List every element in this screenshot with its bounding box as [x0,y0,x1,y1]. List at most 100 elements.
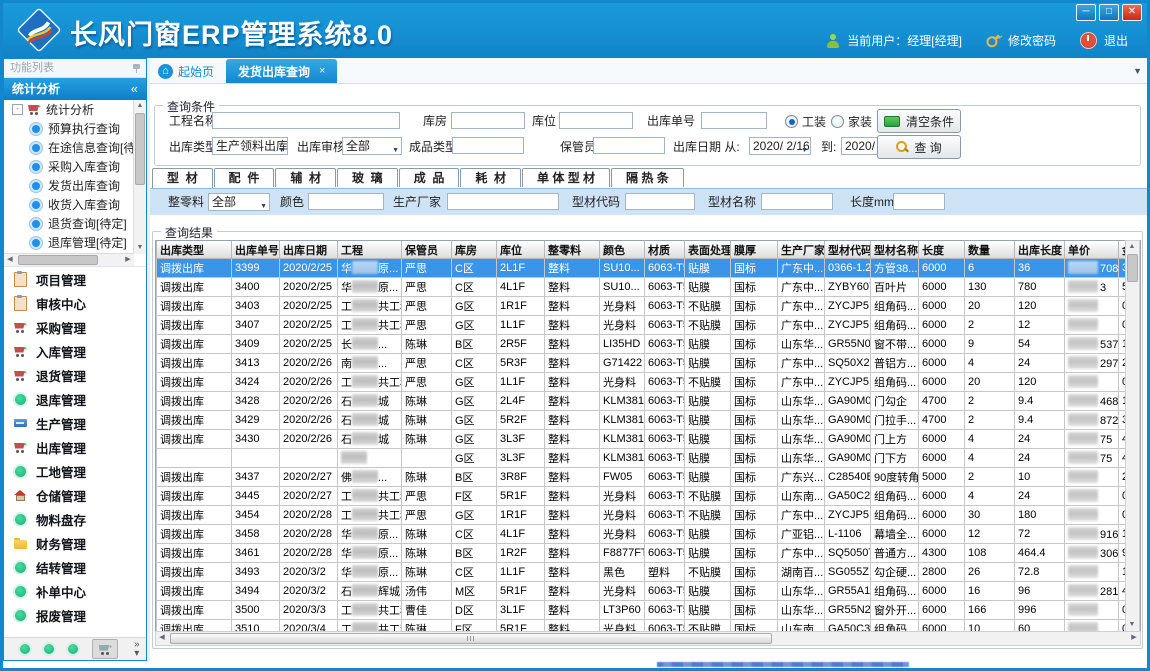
column-header-loc[interactable]: 库位 [497,241,545,259]
stats-section-header[interactable]: 统计分析 « [4,78,146,100]
tab-close-icon[interactable]: × [319,65,325,77]
column-header-wh[interactable]: 库房 [452,241,497,259]
column-header-color[interactable]: 颜色 [600,241,645,259]
column-header-no[interactable]: 出库单号 [232,241,280,259]
sidebar-module-财务管理[interactable]: 财务管理 [4,531,146,555]
tree-item[interactable]: 退库管理[待定] [4,233,146,252]
table-row[interactable]: 调拨出库34932020/3/2华原...陈琳C区1L1F整料黑色塑料不贴膜国标… [157,563,1141,582]
column-header-outlen[interactable]: 出库长度 [1015,241,1065,259]
column-header-surf[interactable]: 表面处理 [685,241,731,259]
location-input[interactable] [559,112,633,129]
keeper-input[interactable] [593,137,665,154]
column-header-len[interactable]: 长度 [919,241,965,259]
material-tab[interactable]: 配 件 [214,168,275,187]
module-dot-icon[interactable] [68,644,78,654]
sidebar-module-入库管理[interactable]: 入库管理 [4,339,146,363]
material-tab[interactable]: 成 品 [399,168,460,187]
table-row[interactable]: 调拨出库34132020/2/26南...严思C区5R3F整料G71422606… [157,354,1141,373]
column-header-zl[interactable]: 整零料 [545,241,600,259]
tree-item[interactable]: 在途信息查询[待 [4,138,146,157]
sidebar-module-生产管理[interactable]: 生产管理 [4,411,146,435]
tree-root[interactable]: - 统计分析 [4,100,146,119]
table-vertical-scrollbar[interactable]: ▲ ▼ [1125,240,1140,632]
tab-shipping-outbound-query[interactable]: 发货出库查询 × [226,59,337,83]
column-header-maker[interactable]: 生产厂家 [778,241,825,259]
whole-part-select[interactable]: 全部▼ [208,193,270,211]
table-row[interactable]: 调拨出库34612020/2/28华原...陈琳B区1R2F整料F8877FT6… [157,544,1141,563]
material-tab[interactable]: 玻 璃 [337,168,398,187]
maker-input[interactable] [447,193,559,210]
table-row[interactable]: 调拨出库34002020/2/25华原...严思C区4L1F整料SU10...6… [157,278,1141,297]
close-button[interactable]: ✕ [1122,4,1142,21]
color-input[interactable] [308,193,384,210]
material-tab[interactable]: 隔 热 条 [611,168,684,187]
scroll-right-icon[interactable]: ▶ [1128,632,1140,644]
profile-name-input[interactable] [761,193,833,210]
column-header-price[interactable]: 单价 [1065,241,1119,259]
tree-vertical-scrollbar[interactable]: ▲ ▼ [133,100,146,254]
clear-conditions-button[interactable]: 清空条件 [877,109,961,133]
table-row[interactable]: 调拨出库34072020/2/25工共工程严思G区1L1F整料光身料6063-T… [157,316,1141,335]
order-no-input[interactable] [701,112,767,129]
column-header-keeper[interactable]: 保管员 [402,241,452,259]
column-header-mat[interactable]: 材质 [645,241,685,259]
tab-home[interactable]: ⌂ 起始页 [150,59,226,83]
table-row[interactable]: 调拨出库34582020/2/28华原...陈琳C区4L1F整料光身料6063-… [157,525,1141,544]
table-row[interactable]: 调拨出库34032020/2/25工共工程严思G区1R1F整料光身料6063-T… [157,297,1141,316]
scroll-left-icon[interactable]: ◀ [156,632,168,644]
table-row[interactable]: 调拨出库34542020/2/28工共工程严思G区1R1F整料光身料6063-T… [157,506,1141,525]
product-type-input[interactable] [452,137,524,154]
scroll-up-icon[interactable]: ▲ [134,100,146,112]
table-row[interactable]: 调拨出库34092020/2/25长...陈琳B区2R5F整料LI35HD606… [157,335,1141,354]
column-header-qty[interactable]: 数量 [965,241,1015,259]
material-tab[interactable]: 辅 材 [275,168,336,187]
scrollbar-thumb[interactable] [170,633,772,644]
more-modules-button[interactable]: »▾ [134,640,140,658]
tree-item[interactable]: 发货出库查询 [4,176,146,195]
column-header-type[interactable]: 出库类型 [157,241,232,259]
sidebar-module-报废管理[interactable]: 报废管理 [4,603,146,627]
table-row[interactable]: 调拨出库34942020/3/2石辉城汤伟M区5R1F整料光身料6063-T5贴… [157,582,1141,601]
maximize-button[interactable]: □ [1099,4,1119,21]
sidebar-module-结转管理[interactable]: 结转管理 [4,555,146,579]
outbound-type-select[interactable]: 生产领料出库▼ [212,137,288,155]
column-header-film[interactable]: 膜厚 [731,241,778,259]
scroll-right-icon[interactable]: ▶ [122,254,134,266]
scroll-up-icon[interactable]: ▲ [1126,241,1138,253]
sidebar-module-退货管理[interactable]: 退货管理 [4,363,146,387]
sidebar-module-补单中心[interactable]: 补单中心 [4,579,146,603]
date-from-select[interactable]: 2020/ 2/16▼ [749,137,811,155]
radio-work-install[interactable]: 工装 [785,113,826,130]
logout-link[interactable]: 退出 [1104,32,1128,49]
material-tab[interactable]: 单 体 型 材 [522,168,610,187]
table-row[interactable]: 调拨出库34242020/2/26工共工程严思G区1L1F整料光身料6063-T… [157,373,1141,392]
column-header-code[interactable]: 型材代码 [825,241,871,259]
tree-expander-icon[interactable]: - [12,104,23,115]
minimize-button[interactable]: ─ [1076,4,1096,21]
pin-icon[interactable] [133,64,140,73]
tree-item[interactable]: 退货查询[待定] [4,214,146,233]
project-name-input[interactable] [212,112,400,129]
warehouse-input[interactable] [451,112,525,129]
table-row[interactable]: 调拨出库34282020/2/26石城陈琳G区2L4F整料KLM38176063… [157,392,1141,411]
scroll-down-icon[interactable]: ▼ [1126,619,1138,631]
cart-module-button[interactable] [92,639,118,659]
chevron-down-icon[interactable]: ▼ [1133,66,1142,76]
table-row[interactable]: 调拨出库35002020/3/3工共工程曹佳D区3L1F整料LT3P606063… [157,601,1141,620]
tree-horizontal-scrollbar[interactable]: ◀ ▶ [4,253,134,266]
table-row[interactable]: 调拨出库34452020/2/27工共工程严思F区5R1F整料光身料6063-T… [157,487,1141,506]
sidebar-module-物料盘存[interactable]: 物料盘存 [4,507,146,531]
change-password-link[interactable]: 修改密码 [1008,32,1056,49]
table-row[interactable]: 调拨出库34372020/2/27佛...陈琳B区3R8F整料FW056063-… [157,468,1141,487]
column-header-name[interactable]: 型材名称 [871,241,919,259]
sidebar-module-仓储管理[interactable]: 仓储管理 [4,483,146,507]
material-tab[interactable]: 耗 材 [460,168,521,187]
module-dot-icon[interactable] [44,644,54,654]
sidebar-module-出库管理[interactable]: 出库管理 [4,435,146,459]
sidebar-module-审核中心[interactable]: 审核中心 [4,291,146,315]
sidebar-module-采购管理[interactable]: 采购管理 [4,315,146,339]
tree-item[interactable]: 采购入库查询 [4,157,146,176]
scroll-down-icon[interactable]: ▼ [134,242,146,254]
table-row[interactable]: 调拨出库34302020/2/26石城陈琳G区3L3F整料KLM38176063… [157,430,1141,449]
table-row[interactable]: 调拨出库34292020/2/26石城陈琳G区5R2F整料KLM38176063… [157,411,1141,430]
